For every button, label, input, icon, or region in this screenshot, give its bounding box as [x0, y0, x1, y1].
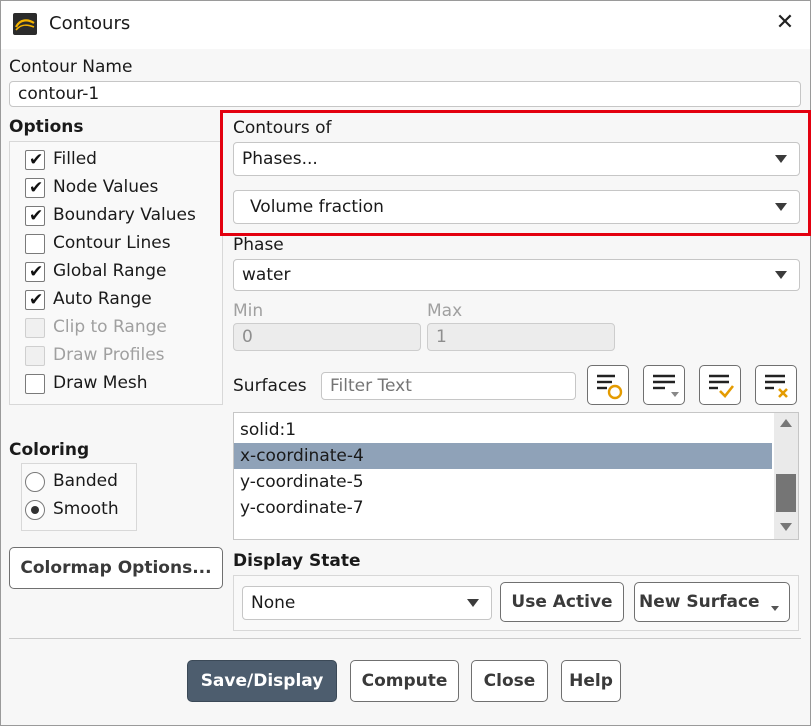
display-state-value: None: [251, 593, 296, 613]
compute-button[interactable]: Compute: [350, 660, 459, 702]
option-label: Contour Lines: [53, 233, 171, 253]
option-checkbox-draw-profiles: [25, 346, 45, 366]
surface-list-item[interactable]: y-coordinate-5: [234, 469, 772, 495]
scroll-down-icon[interactable]: [780, 523, 792, 531]
list-options-button[interactable]: [643, 365, 685, 405]
checkmark-icon: ✔: [29, 178, 44, 198]
coloring-label: Coloring: [9, 440, 90, 460]
max-label: Max: [427, 301, 463, 321]
contours-of-category-value: Phases...: [242, 149, 318, 169]
filter-new-button[interactable]: [587, 365, 629, 405]
select-all-icon: [709, 374, 735, 398]
display-state-label: Display State: [233, 551, 361, 571]
phase-value: water: [242, 265, 291, 285]
option-checkbox-global-range[interactable]: ✔: [25, 262, 45, 282]
fluent-app-icon: [13, 13, 37, 35]
option-label: Draw Profiles: [53, 345, 165, 365]
surface-list-item[interactable]: x-coordinate-4: [234, 443, 772, 469]
min-field: [233, 323, 421, 351]
new-surface-label: New Surface: [639, 592, 760, 612]
chevron-down-icon: [775, 271, 787, 279]
checkmark-icon: ✔: [29, 150, 44, 170]
display-state-group: None Use Active New Surface: [233, 575, 799, 631]
option-checkbox-contour-lines[interactable]: [25, 234, 45, 254]
min-label: Min: [233, 301, 264, 321]
contours-of-category-dropdown[interactable]: Phases...: [233, 142, 800, 176]
option-label: Node Values: [53, 177, 159, 197]
help-button[interactable]: Help: [561, 660, 621, 702]
chevron-down-icon: [771, 606, 779, 611]
checkmark-icon: ✔: [29, 206, 44, 226]
scrollbar-thumb[interactable]: [776, 474, 796, 512]
option-label: Filled: [53, 149, 97, 169]
option-label: Boundary Values: [53, 205, 196, 225]
contours-of-quantity-dropdown[interactable]: Volume fraction: [233, 190, 800, 224]
smooth-label: Smooth: [53, 499, 119, 519]
surfaces-filter-input[interactable]: [321, 372, 576, 400]
contours-of-quantity-value: Volume fraction: [250, 197, 384, 217]
contours-dialog: Contours ✕ Contour Name Options ✔Filled✔…: [0, 0, 811, 726]
radio-selected-dot: [31, 506, 39, 514]
banded-radio[interactable]: [25, 472, 45, 492]
surfaces-list: solid:1 x-coordinate-4 y-coordinate-5 y-coo…: [233, 412, 799, 540]
new-surface-button[interactable]: New Surface: [634, 582, 790, 622]
option-checkbox-node-values[interactable]: ✔: [25, 178, 45, 198]
colormap-options-button[interactable]: Colormap Options...: [9, 547, 223, 589]
display-state-dropdown[interactable]: None: [242, 586, 492, 620]
use-active-button[interactable]: Use Active: [500, 582, 624, 622]
save-display-button[interactable]: Save/Display: [187, 660, 337, 702]
option-label: Global Range: [53, 261, 167, 281]
contours-of-label: Contours of: [233, 118, 332, 138]
max-field: [427, 323, 615, 351]
checkmark-icon: ✔: [29, 290, 44, 310]
option-label: Auto Range: [53, 289, 152, 309]
contour-name-label: Contour Name: [9, 57, 133, 77]
list-options-icon: [653, 374, 679, 397]
option-checkbox-boundary-values[interactable]: ✔: [25, 206, 45, 226]
option-label: Draw Mesh: [53, 373, 148, 393]
option-label: Clip to Range: [53, 317, 167, 337]
option-checkbox-auto-range[interactable]: ✔: [25, 290, 45, 310]
options-group: ✔ Filled ✔ Node Values ✔ Boundary Values Conto…: [9, 141, 223, 405]
phase-dropdown[interactable]: water: [233, 259, 800, 291]
title-bar: Contours ✕: [1, 1, 810, 49]
smooth-radio[interactable]: [25, 500, 45, 520]
banded-label: Banded: [53, 471, 118, 491]
option-checkbox-filled[interactable]: ✔: [25, 150, 45, 170]
scroll-up-icon[interactable]: [780, 419, 792, 427]
contour-name-input[interactable]: [9, 81, 801, 107]
phase-label: Phase: [233, 235, 284, 255]
close-icon[interactable]: ✕: [773, 11, 797, 35]
chevron-down-icon: [775, 155, 787, 163]
chevron-down-icon: [775, 203, 787, 211]
filter-new-icon: [597, 374, 623, 400]
checkmark-icon: ✔: [29, 262, 44, 282]
options-label: Options: [9, 117, 84, 137]
window-title: Contours: [49, 13, 131, 34]
chevron-down-icon: [467, 599, 479, 607]
surface-list-item[interactable]: solid:1: [234, 417, 772, 443]
deselect-all-button[interactable]: [755, 365, 797, 405]
surface-list-item[interactable]: y-coordinate-7: [234, 495, 772, 521]
close-button[interactable]: Close: [471, 660, 548, 702]
surfaces-scrollbar[interactable]: [774, 413, 798, 539]
coloring-group: Banded Smooth: [21, 463, 137, 531]
footer-separator: [9, 638, 801, 639]
select-all-button[interactable]: [699, 365, 741, 405]
deselect-all-icon: [765, 374, 788, 398]
option-checkbox-draw-mesh[interactable]: [25, 374, 45, 394]
option-checkbox-clip-to-range: [25, 318, 45, 338]
surfaces-label: Surfaces: [233, 376, 307, 396]
